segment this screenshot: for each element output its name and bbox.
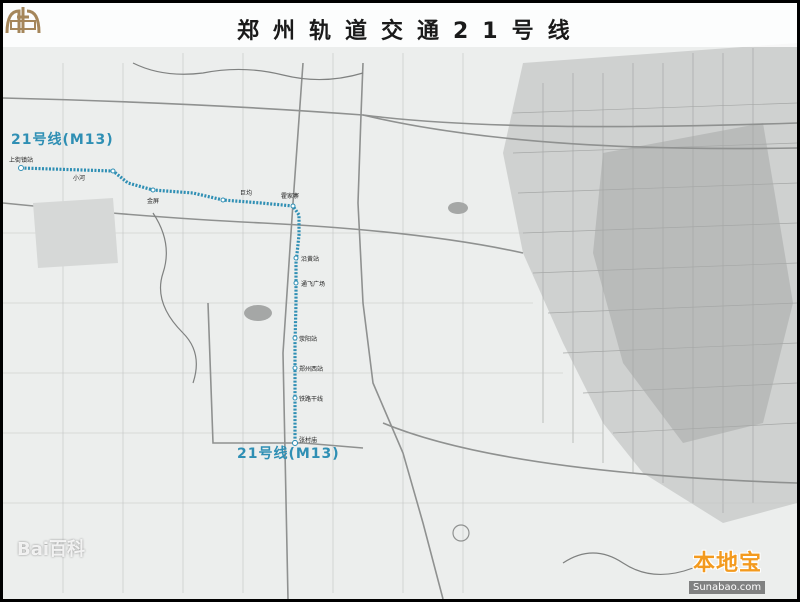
metro-logo-icon [5,7,41,34]
station-marker [110,168,116,174]
brand-watermark: 本地宝 Sunabao.com [675,543,797,599]
metro-line-map: 郑州轨道交通21号线 21号线(M13) 21号线(M13) 上街镇站 小河 金… [3,3,797,599]
station-marker [290,203,296,209]
line-label-bottom: 21号线(M13) [237,446,340,462]
station-label: 铁路干线 [299,396,324,403]
station-marker [150,187,156,193]
line-label-top: 21号线(M13) [11,132,114,148]
station-label: 小河 [73,175,86,182]
base-map-layer [3,43,797,599]
station-label: 上街镇站 [9,157,34,164]
interchange [452,524,470,542]
station-label: 金屏 [147,198,160,205]
station-label: 张村庙 [299,437,318,444]
pond [448,202,468,214]
station-marker [220,197,226,203]
lake [244,305,272,321]
town-block [33,198,118,268]
station-label: 巨均 [240,190,253,197]
station-marker [18,165,24,171]
station-marker [293,255,299,261]
station-marker [292,365,298,371]
map-header: 郑州轨道交通21号线 [3,3,797,47]
brand-url: Sunabao.com [689,581,766,594]
station-label: 通飞广场 [301,281,326,288]
station-marker [292,335,298,341]
station-label: 荥阳站 [299,336,318,343]
station-label: 沿黄站 [301,256,320,263]
baidu-watermark: Bai百科 [17,539,86,560]
station-marker [293,280,299,286]
station-marker [292,395,298,401]
map-title: 郑州轨道交通21号线 [237,19,584,44]
station-label: 郑州西站 [299,366,324,373]
brand-name: 本地宝 [693,551,763,576]
station-label: 霍家寨 [281,193,300,200]
map-frame: 郑州轨道交通21号线 21号线(M13) 21号线(M13) 上街镇站 小河 金… [0,0,800,602]
